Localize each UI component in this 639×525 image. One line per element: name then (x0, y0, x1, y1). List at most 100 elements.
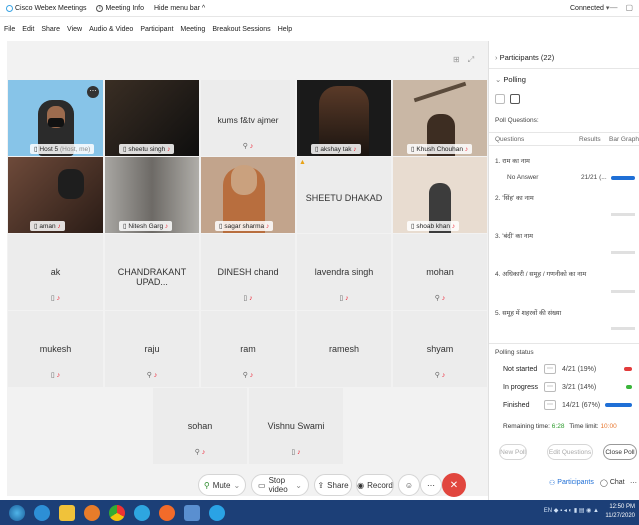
status-details-button[interactable]: ⋯ (544, 364, 556, 374)
poll-question-1[interactable]: 1. राम का नाम (495, 156, 530, 165)
meeting-info-button[interactable]: i Meeting Info (96, 4, 144, 12)
stop-video-button[interactable]: ▭ Stop video ⌄ (251, 474, 309, 496)
connection-status[interactable]: Connected ▾ (570, 4, 609, 12)
restore-icon[interactable]: ▢ (625, 3, 633, 12)
video-tile-dinesh-chand[interactable]: DINESH chand ▯ ♪ (201, 234, 295, 310)
video-tile-aman[interactable]: ▯ aman ♪ (8, 157, 103, 233)
video-tile-raju[interactable]: raju ⚲ ♪ (105, 311, 199, 387)
participant-label: ▯ shoab khan ♪ (407, 221, 460, 231)
participant-label: ▯ sagar sharma ♪ (215, 221, 274, 231)
video-tile-mohan[interactable]: mohan ⚲ ♪ (393, 234, 487, 310)
mic-icon: ⚲ (146, 372, 152, 379)
media-player-icon[interactable] (84, 504, 100, 521)
grid-layout-icon[interactable]: ⊞ (453, 55, 460, 65)
internet-explorer-icon[interactable] (34, 504, 50, 521)
mic-status: ▯ ♪ (201, 294, 295, 302)
webex-logo-icon (6, 4, 13, 12)
hide-menu-bar-button[interactable]: Hide menu bar ^ (154, 5, 205, 12)
video-tile-host[interactable]: ⋯ ▯ Host 5 (Host, me) (8, 80, 103, 156)
save-poll-icon[interactable] (510, 94, 520, 104)
mic-icon: ⚲ (242, 143, 248, 150)
divider (489, 68, 639, 69)
record-button[interactable]: ◉ Record (356, 474, 394, 496)
muted-mic-icon: ♪ (167, 146, 171, 153)
start-button-icon[interactable] (9, 504, 25, 521)
clock-date[interactable]: 11/27/2020 (605, 512, 635, 521)
more-options-icon[interactable]: ⋯ (87, 86, 99, 98)
video-tile-sagar-sharma[interactable]: ▯ sagar sharma ♪ (201, 157, 295, 233)
menu-help[interactable]: Help (278, 26, 292, 33)
video-tile-chandrakant[interactable]: CHANDRAKANT UPAD... (105, 234, 199, 310)
participants-section-header[interactable]: › Participants (22) (495, 53, 635, 62)
video-tile-shoab-khan[interactable]: ▯ shoab khan ♪ (393, 157, 487, 233)
muted-mic-icon: ♪ (57, 223, 61, 230)
video-tile-mukesh[interactable]: mukesh ▯ ♪ (8, 311, 103, 387)
participant-name: kums f&tv ajmer (217, 115, 279, 125)
polling-status-label: Polling status (495, 349, 534, 356)
share-button[interactable]: ⇪ Share (314, 474, 352, 496)
tray-icons[interactable]: EN ◆ ▪ ◂ ◐ ▮ ▤ ◉ ▲ (544, 507, 599, 516)
muted-icon: ♪ (249, 295, 253, 302)
time-limit-value: 10:00 (600, 423, 617, 430)
poll-question-3[interactable]: 3. 'बंदी' का नाम (495, 231, 533, 240)
participant-label: ▯ akshay tak ♪ (311, 144, 361, 154)
browser-icon[interactable] (134, 504, 150, 521)
more-panels-button[interactable]: ⋯ (630, 479, 637, 487)
mute-button[interactable]: ⚲ Mute ⌄ (198, 474, 246, 496)
menu-edit[interactable]: Edit (22, 26, 34, 33)
poll-question-4[interactable]: 4. अधिकारी / समूह / गणनीको का नाम (495, 269, 586, 278)
fullscreen-icon[interactable]: ⤢ (468, 55, 474, 65)
minimize-icon[interactable]: — (609, 3, 617, 12)
webex-app-title: Cisco Webex Meetings (6, 4, 86, 12)
participant-name: mukesh (39, 344, 72, 354)
poll-question-2[interactable]: 2. 'सिंह' का नाम (495, 193, 534, 202)
participant-name: mohan (426, 267, 454, 277)
menu-participant[interactable]: Participant (140, 26, 173, 33)
video-tile-lavendra-singh[interactable]: lavendra singh ▯ ♪ (297, 234, 391, 310)
video-tile-vishnu-swami[interactable]: Vishnu Swami ▯ ♪ (249, 388, 343, 464)
close-poll-button[interactable]: Close Poll (603, 444, 637, 460)
video-tile-ram[interactable]: ram ⚲ ♪ (201, 311, 295, 387)
video-tile-sheetu-singh[interactable]: ▯ sheetu singh ♪ (105, 80, 199, 156)
more-options-button[interactable]: ⋯ (420, 474, 442, 496)
video-tile-shyam[interactable]: shyam ⚲ ♪ (393, 311, 487, 387)
video-tile-sohan[interactable]: sohan ⚲ ♪ (153, 388, 247, 464)
poll-question-5[interactable]: 5. समूह में शहरवों की संख्या (495, 308, 561, 317)
person-video (58, 169, 84, 199)
divider (489, 343, 639, 344)
status-details-button[interactable]: ⋯ (544, 382, 556, 392)
menu-file[interactable]: File (4, 26, 15, 33)
menu-share[interactable]: Share (41, 26, 60, 33)
video-tile-sheetu-dhakad[interactable]: ▲ SHEETU DHAKAD (297, 157, 391, 233)
menu-meeting[interactable]: Meeting (180, 26, 205, 33)
video-tile-ramesh[interactable]: ramesh (297, 311, 391, 387)
new-poll-button[interactable]: New Poll (499, 444, 527, 460)
participants-toggle-button[interactable]: ⚇ Participants (549, 479, 594, 487)
muted-icon: ♪ (201, 449, 206, 456)
participant-name: shyam (426, 344, 454, 354)
polling-section-header[interactable]: ⌄ Polling (495, 75, 635, 84)
video-tile-akshay-tak[interactable]: ▯ akshay tak ♪ (297, 80, 391, 156)
webex-taskbar-icon[interactable] (209, 504, 225, 521)
participant-label: ▯ Khush Chouhan ♪ (407, 144, 473, 154)
video-tile-nitesh-garg[interactable]: ▯ Nitesh Garg ♪ (105, 157, 199, 233)
microphone-icon: ⚲ (203, 480, 210, 490)
chrome-icon[interactable] (109, 504, 125, 521)
edit-questions-button[interactable]: Edit Questions (547, 444, 593, 460)
menu-audio-video[interactable]: Audio & Video (89, 26, 133, 33)
screen-icon: ▯ (243, 295, 248, 302)
open-poll-icon[interactable] (495, 94, 505, 104)
chat-toggle-button[interactable]: ◯ Chat (600, 479, 625, 487)
video-tile-kums[interactable]: kums f&tv ajmer ⚲ ♪ (201, 80, 295, 156)
menu-breakout-sessions[interactable]: Breakout Sessions (212, 26, 270, 33)
status-details-button[interactable]: ⋯ (544, 400, 556, 410)
video-tile-khush-chouhan[interactable]: ▯ Khush Chouhan ♪ (393, 80, 487, 156)
reactions-button[interactable]: ☺ (398, 474, 420, 496)
video-tile-ak[interactable]: ak ▯ ♪ (8, 234, 103, 310)
menu-view[interactable]: View (67, 26, 82, 33)
clock-time[interactable]: 12:50 PM (605, 503, 635, 512)
file-explorer-icon[interactable] (59, 504, 75, 521)
document-app-icon[interactable] (184, 504, 200, 521)
end-meeting-button[interactable]: ✕ (442, 473, 466, 497)
firefox-icon[interactable] (159, 504, 175, 521)
